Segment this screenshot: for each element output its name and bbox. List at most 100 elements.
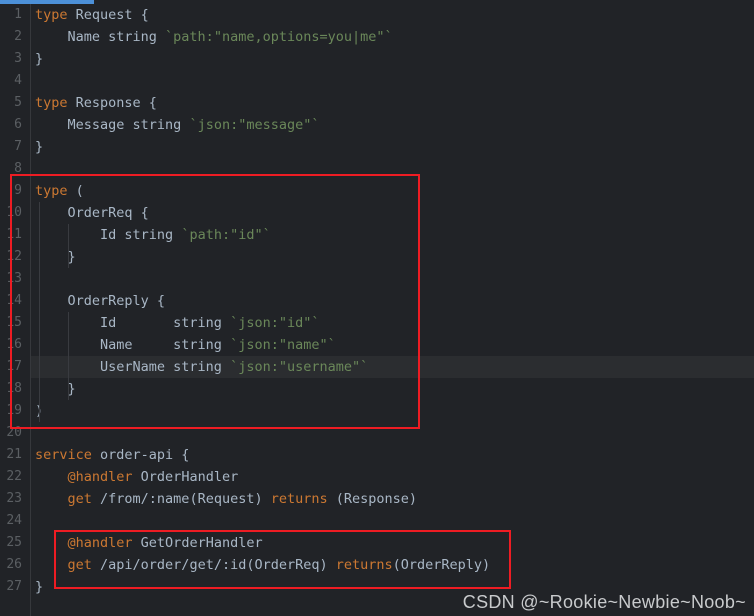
line-number[interactable]: 1: [0, 4, 22, 26]
code-token: returns: [335, 557, 393, 573]
line-number-gutter[interactable]: 1 2 3 4 5 6 7 8 9 10 11 12 13 14 15 16 17 18 19 20 21 22 23 24 2…: [0, 4, 30, 616]
code-token: }: [35, 51, 44, 67]
code-token: @handler: [67, 469, 133, 485]
line-number[interactable]: 2: [0, 26, 22, 48]
code-token: Name string: [35, 337, 231, 353]
line-number[interactable]: 26: [0, 554, 22, 576]
indent-guide: [68, 312, 69, 400]
code-token: Name string: [35, 29, 166, 45]
code-token: OrderReply {: [35, 293, 166, 309]
code-token: UserName string: [35, 359, 231, 375]
code-line[interactable]: service order-api {: [31, 444, 189, 466]
code-line[interactable]: Id string `path:"id"`: [31, 224, 271, 246]
line-number[interactable]: 6: [0, 114, 22, 136]
code-line[interactable]: @handler OrderHandler: [31, 466, 239, 488]
code-token: get: [67, 557, 92, 573]
code-token: order-api {: [91, 447, 190, 463]
code-token: get: [67, 491, 92, 507]
code-token: Message string: [35, 117, 190, 133]
code-token: `path:"name,options=you|me"`: [165, 29, 393, 45]
code-line[interactable]: }: [31, 576, 43, 598]
line-number[interactable]: 18: [0, 378, 22, 400]
code-line[interactable]: type Request {: [31, 4, 149, 26]
code-line[interactable]: type (: [31, 180, 84, 202]
code-token: Request {: [67, 7, 149, 23]
code-token: type: [35, 183, 68, 199]
code-line[interactable]: ): [31, 400, 43, 422]
code-line[interactable]: [31, 422, 43, 444]
code-line[interactable]: [31, 70, 43, 92]
code-line[interactable]: [31, 510, 43, 532]
watermark-text: CSDN @~Rookie~Newbie~Noob~: [462, 592, 746, 612]
line-number[interactable]: 12: [0, 246, 22, 268]
code-line[interactable]: [31, 158, 43, 180]
code-line[interactable]: }: [31, 136, 43, 158]
line-number[interactable]: 13: [0, 268, 22, 290]
code-token: }: [35, 381, 76, 397]
code-token: }: [35, 579, 44, 595]
code-token: `json:"message"`: [189, 117, 320, 133]
code-line[interactable]: get /api/order/get/:id(OrderReq) returns…: [31, 554, 491, 576]
indent-guide: [39, 202, 40, 422]
code-line[interactable]: Name string `path:"name,options=you|me"`: [31, 26, 393, 48]
code-token: /api/order/get/:id(OrderReq): [91, 557, 336, 573]
line-number[interactable]: 11: [0, 224, 22, 246]
code-token: `path:"id"`: [181, 227, 271, 243]
code-token: (: [67, 183, 84, 199]
code-line[interactable]: }: [31, 48, 43, 70]
line-number[interactable]: 3: [0, 48, 22, 70]
code-token: `json:"name"`: [230, 337, 336, 353]
code-line[interactable]: Name string `json:"name"`: [31, 334, 336, 356]
code-line[interactable]: [31, 268, 43, 290]
code-content-area[interactable]: type Request { Name string `path:"name,o…: [31, 4, 754, 616]
line-number[interactable]: 27: [0, 576, 22, 598]
code-token: `json:"username"`: [230, 359, 369, 375]
code-line[interactable]: UserName string `json:"username"`: [31, 356, 368, 378]
line-number[interactable]: 9: [0, 180, 22, 202]
line-number[interactable]: 17: [0, 356, 22, 378]
code-line[interactable]: get /from/:name(Request) returns (Respon…: [31, 488, 418, 510]
code-token: }: [35, 249, 76, 265]
code-token: @handler: [67, 535, 133, 551]
line-number[interactable]: 10: [0, 202, 22, 224]
code-token: (OrderReply): [392, 557, 491, 573]
code-token: Id string: [35, 227, 182, 243]
code-token: (Response): [327, 491, 418, 507]
code-token: OrderHandler: [132, 469, 239, 485]
line-number[interactable]: 24: [0, 510, 22, 532]
code-line[interactable]: type Response {: [31, 92, 157, 114]
code-token: /from/:name(Request): [91, 491, 271, 507]
code-line[interactable]: OrderReply {: [31, 290, 166, 312]
line-number[interactable]: 4: [0, 70, 22, 92]
code-line[interactable]: Id string `json:"id"`: [31, 312, 319, 334]
code-token: service: [35, 447, 92, 463]
code-token: OrderReq {: [35, 205, 149, 221]
line-number[interactable]: 20: [0, 422, 22, 444]
line-number[interactable]: 7: [0, 136, 22, 158]
line-number[interactable]: 22: [0, 466, 22, 488]
code-token: GetOrderHandler: [132, 535, 263, 551]
code-token: Id string: [35, 315, 231, 331]
code-token: type: [35, 7, 68, 23]
code-line[interactable]: Message string `json:"message"`: [31, 114, 320, 136]
line-number[interactable]: 14: [0, 290, 22, 312]
line-number[interactable]: 5: [0, 92, 22, 114]
line-number[interactable]: 23: [0, 488, 22, 510]
line-number[interactable]: 8: [0, 158, 22, 180]
code-token: `json:"id"`: [230, 315, 320, 331]
line-number[interactable]: 15: [0, 312, 22, 334]
code-line[interactable]: OrderReq {: [31, 202, 149, 224]
indent-guide: [68, 224, 69, 268]
code-token: Response {: [67, 95, 157, 111]
line-number[interactable]: 21: [0, 444, 22, 466]
line-number[interactable]: 19: [0, 400, 22, 422]
code-line[interactable]: @handler GetOrderHandler: [31, 532, 263, 554]
code-token: returns: [270, 491, 328, 507]
line-number[interactable]: 16: [0, 334, 22, 356]
line-number[interactable]: 25: [0, 532, 22, 554]
code-editor[interactable]: 1 2 3 4 5 6 7 8 9 10 11 12 13 14 15 16 17 18 19 20 21 22 23 24 2…: [0, 0, 754, 616]
